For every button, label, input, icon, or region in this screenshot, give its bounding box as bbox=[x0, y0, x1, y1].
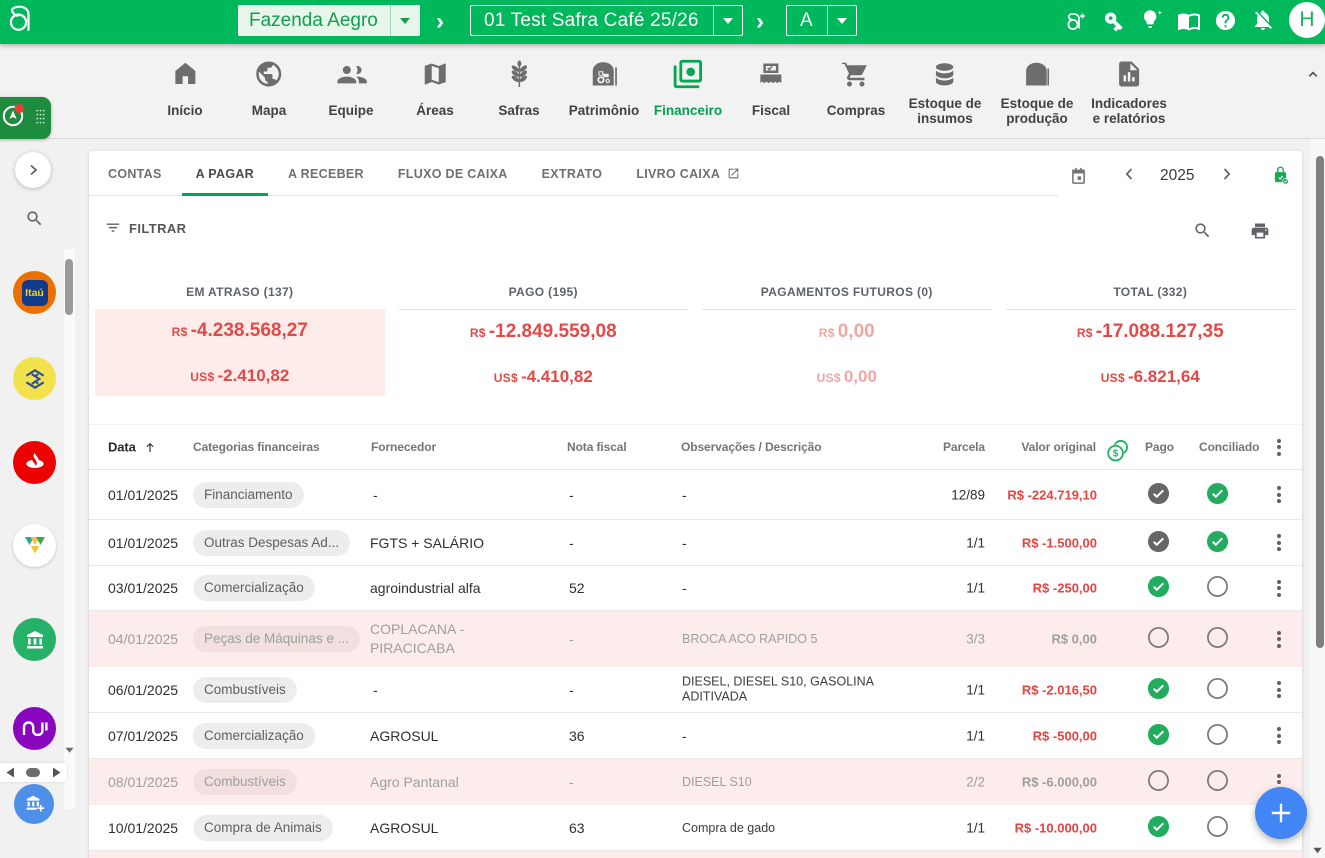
svg-text:$: $ bbox=[1113, 448, 1119, 459]
